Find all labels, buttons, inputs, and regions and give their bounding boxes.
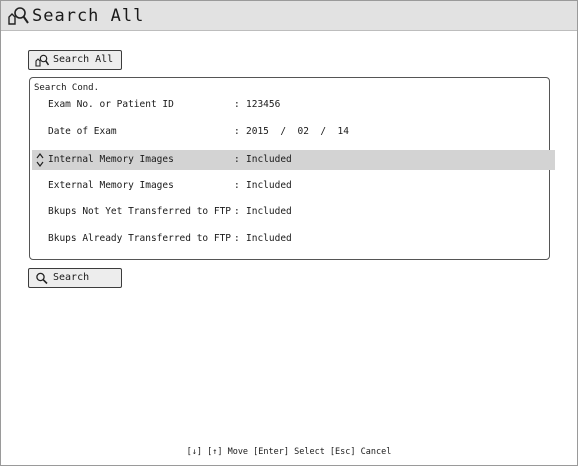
keyboard-hint: [↓] [↑] Move [Enter] Select [Esc] Cancel — [186, 447, 392, 457]
condition-row-bkups-not-transferred[interactable]: Bkups Not Yet Transferred to FTP : Inclu… — [34, 202, 555, 222]
search-conditions-title: Search Cond. — [34, 83, 100, 93]
condition-value: Included — [246, 180, 292, 191]
condition-value: 2015 / 02 / 14 — [246, 126, 349, 137]
condition-separator: : — [234, 154, 240, 165]
condition-label: Exam No. or Patient ID — [48, 99, 174, 110]
search-all-button[interactable]: Search All — [28, 50, 122, 70]
condition-value: Included — [246, 206, 292, 217]
search-all-icon — [35, 54, 49, 67]
up-down-arrows-icon — [36, 153, 44, 167]
condition-value: Included — [246, 233, 292, 244]
condition-separator: : — [234, 99, 240, 110]
condition-row-external-memory[interactable]: External Memory Images : Included — [34, 176, 555, 196]
search-all-icon — [8, 7, 29, 25]
window-title: Search All — [32, 6, 145, 26]
condition-separator: : — [234, 126, 240, 137]
condition-value: 123456 — [246, 99, 281, 110]
search-conditions-panel: Search Cond. Exam No. or Patient ID : 12… — [29, 77, 555, 260]
condition-row-exam-id[interactable]: Exam No. or Patient ID : 123456 — [34, 95, 555, 115]
title-bar: Search All — [1, 1, 577, 31]
condition-label: Bkups Not Yet Transferred to FTP — [48, 206, 232, 217]
search-all-button-label: Search All — [53, 54, 114, 65]
search-button-label: Search — [53, 272, 90, 283]
condition-label: External Memory Images — [48, 180, 174, 191]
condition-label: Internal Memory Images — [48, 154, 174, 165]
condition-separator: : — [234, 180, 240, 191]
search-button[interactable]: Search — [28, 268, 122, 288]
condition-separator: : — [234, 206, 240, 217]
condition-row-date-of-exam[interactable]: Date of Exam : 2015 / 02 / 14 — [34, 122, 555, 142]
condition-row-internal-memory[interactable]: Internal Memory Images : Included — [32, 150, 555, 170]
condition-value: Included — [246, 154, 292, 165]
condition-label: Date of Exam — [48, 126, 117, 137]
condition-label: Bkups Already Transferred to FTP — [48, 233, 232, 244]
condition-row-bkups-transferred[interactable]: Bkups Already Transferred to FTP : Inclu… — [34, 229, 555, 249]
condition-separator: : — [234, 233, 240, 244]
magnifier-icon — [36, 272, 48, 285]
